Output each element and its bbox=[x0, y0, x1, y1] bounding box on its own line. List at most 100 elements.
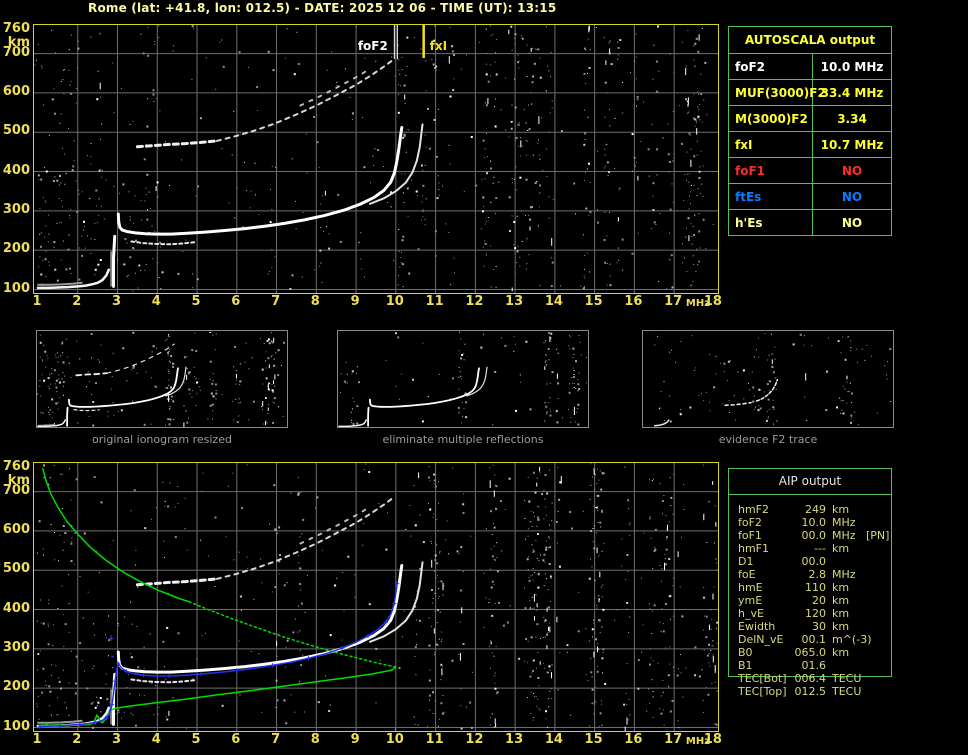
noise-dot bbox=[530, 103, 532, 105]
aip-param-unit: km bbox=[832, 646, 850, 659]
noise-dot bbox=[656, 148, 658, 151]
noise-dot bbox=[694, 66, 696, 68]
x-tick-label: 1 bbox=[32, 294, 42, 309]
noise-dot bbox=[547, 402, 549, 404]
aip-table-header: AIP output bbox=[778, 474, 842, 488]
noise-dot bbox=[596, 604, 598, 606]
noise-dot bbox=[86, 386, 88, 388]
noise-dot bbox=[518, 67, 520, 69]
noise-dot bbox=[498, 181, 500, 183]
noise-dot bbox=[62, 525, 65, 527]
noise-dot bbox=[70, 92, 73, 95]
noise-dot bbox=[697, 91, 699, 93]
noise-dot bbox=[193, 28, 195, 30]
noise-dot bbox=[177, 272, 180, 275]
noise-dot bbox=[135, 272, 136, 274]
noise-dot bbox=[438, 194, 440, 196]
noise-dot bbox=[401, 173, 403, 175]
noise-dot bbox=[690, 222, 692, 224]
noise-dot bbox=[140, 33, 142, 35]
noise-dot bbox=[55, 52, 56, 54]
noise-dot bbox=[490, 548, 492, 550]
noise-dot bbox=[540, 637, 541, 639]
noise-dot bbox=[39, 385, 41, 387]
noise-dot bbox=[122, 347, 125, 350]
noise-dot bbox=[580, 354, 582, 356]
noise-dot bbox=[548, 606, 550, 609]
noise-dot bbox=[594, 579, 596, 581]
noise-dot bbox=[68, 714, 70, 716]
noise-dot bbox=[657, 335, 659, 337]
noise-dot bbox=[96, 98, 99, 101]
noise-dot bbox=[53, 624, 55, 626]
noise-dot bbox=[76, 211, 79, 214]
noise-dot bbox=[132, 247, 135, 250]
noise-dot bbox=[435, 65, 438, 68]
noise-dot bbox=[221, 39, 223, 41]
noise-dot bbox=[438, 502, 439, 504]
noise-dot bbox=[460, 378, 462, 380]
noise-dot bbox=[495, 52, 496, 54]
noise-dot bbox=[160, 288, 162, 289]
noise-dot bbox=[354, 596, 356, 598]
x-tick-label: 15 bbox=[584, 732, 603, 747]
noise-dot bbox=[686, 271, 688, 272]
noise-dot bbox=[75, 478, 78, 481]
noise-dot bbox=[101, 123, 103, 125]
noise-dot bbox=[484, 178, 486, 180]
noise-dot bbox=[83, 532, 86, 535]
noise-dot bbox=[270, 189, 271, 191]
noise-dot bbox=[136, 626, 138, 627]
noise-dot bbox=[534, 572, 536, 573]
noise-dot bbox=[541, 493, 544, 496]
noise-dot bbox=[111, 388, 113, 390]
noise-dot bbox=[123, 263, 126, 266]
noise-dot bbox=[456, 550, 459, 553]
noise-dot bbox=[47, 643, 50, 646]
noise-dot bbox=[437, 175, 439, 177]
noise-dot bbox=[637, 232, 639, 234]
noise-dot bbox=[273, 484, 276, 487]
noise-dot bbox=[158, 37, 160, 39]
noise-dot bbox=[716, 628, 718, 630]
noise-dot bbox=[414, 645, 417, 648]
noise-dot bbox=[100, 96, 101, 98]
noise-dot bbox=[604, 81, 607, 84]
noise-dot bbox=[61, 342, 64, 345]
noise-dot bbox=[528, 500, 531, 503]
noise-dot bbox=[651, 633, 653, 635]
noise-dot bbox=[42, 359, 44, 361]
noise-dot bbox=[539, 76, 542, 79]
noise-dot bbox=[532, 47, 533, 49]
noise-dot bbox=[70, 560, 73, 563]
autoscala-row: foF1 NO bbox=[729, 158, 891, 184]
noise-dot bbox=[578, 335, 580, 337]
noise-dot bbox=[42, 412, 44, 414]
noise-dot bbox=[516, 250, 519, 253]
noise-dash bbox=[703, 513, 705, 521]
noise-dot bbox=[516, 215, 518, 217]
noise-dot bbox=[54, 268, 57, 271]
noise-dot bbox=[600, 586, 602, 588]
noise-dot bbox=[93, 665, 95, 667]
noise-dot bbox=[756, 349, 757, 351]
noise-dot bbox=[295, 618, 296, 620]
noise-dot bbox=[438, 596, 440, 597]
noise-dot bbox=[545, 548, 548, 551]
noise-dot bbox=[59, 122, 61, 124]
noise-dot bbox=[77, 422, 79, 424]
noise-dot bbox=[69, 84, 71, 86]
noise-dot bbox=[494, 687, 497, 690]
autoscala-param-value: 10.0 MHz bbox=[820, 59, 884, 74]
noise-dot bbox=[265, 377, 268, 380]
noise-dot bbox=[39, 334, 41, 336]
noise-dot bbox=[601, 596, 603, 598]
noise-dot bbox=[434, 25, 436, 27]
noise-dot bbox=[590, 558, 591, 560]
noise-dot bbox=[172, 697, 174, 699]
noise-dot bbox=[117, 624, 119, 626]
noise-dot bbox=[401, 69, 403, 71]
noise-dot bbox=[490, 201, 492, 203]
noise-dot bbox=[212, 334, 214, 336]
noise-dot bbox=[399, 398, 400, 400]
